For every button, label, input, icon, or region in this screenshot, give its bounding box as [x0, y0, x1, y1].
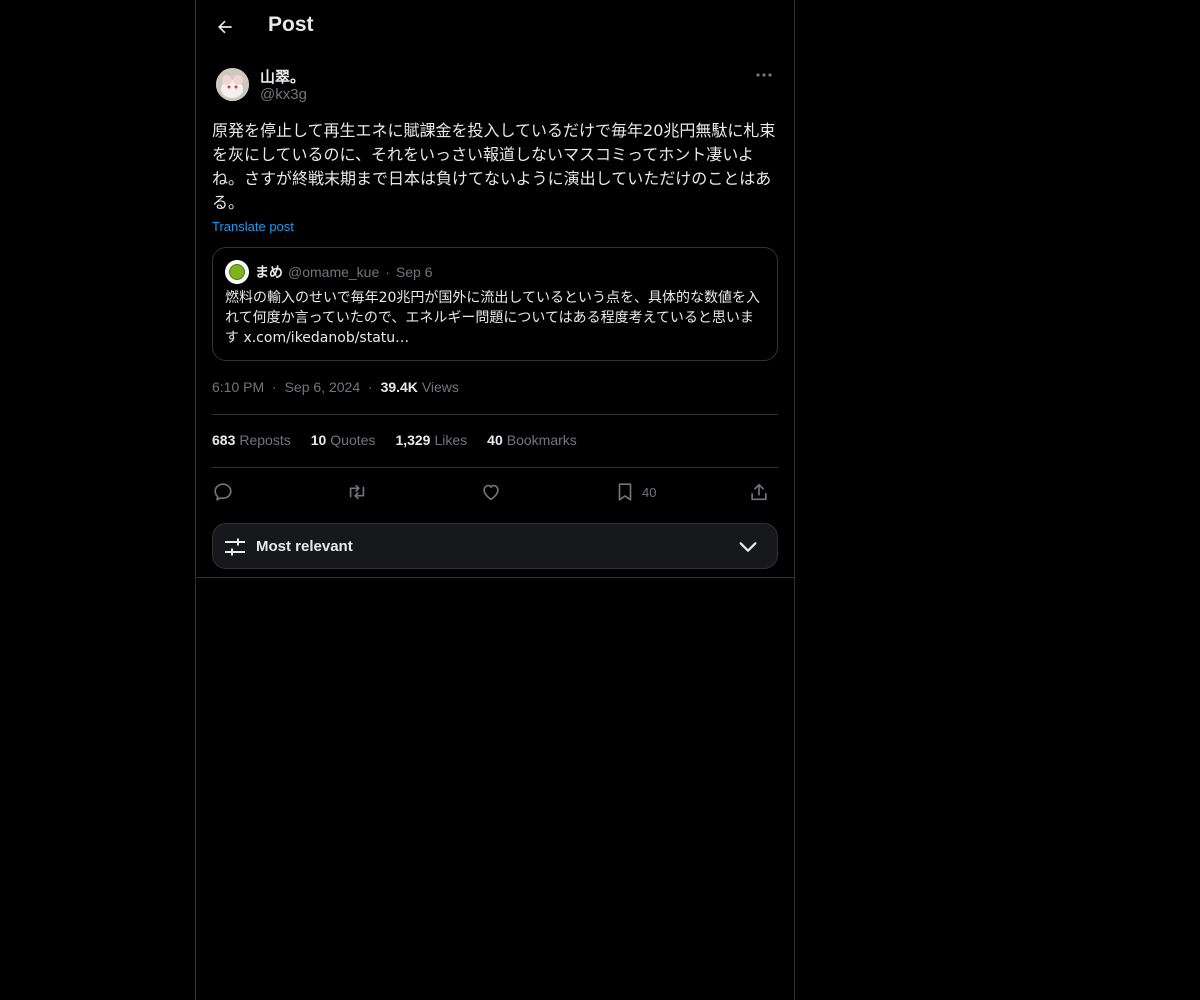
bookmarks-stat[interactable]: 40 Bookmarks	[487, 432, 577, 448]
post-actions: 40	[212, 478, 778, 506]
divider	[212, 414, 778, 415]
divider	[212, 467, 778, 468]
quoted-post-header: まめ @omame_kue · Sep 6	[225, 260, 433, 284]
divider	[196, 577, 794, 578]
quote-date: Sep 6	[395, 264, 433, 280]
back-button[interactable]	[208, 10, 242, 44]
quotes-stat[interactable]: 10 Quotes	[311, 432, 376, 448]
avatar[interactable]	[216, 68, 249, 101]
page-title: Post	[268, 13, 314, 36]
quote-avatar	[225, 260, 249, 284]
quote-text: 燃料の輸入のせいで毎年20兆円が国外に流出しているという点を、具体的な数値を入れ…	[225, 290, 760, 346]
engagement-stats: 683 Reposts 10 Quotes 1,329 Likes 40 Bookmar…	[212, 432, 577, 448]
post-text: 原発を停止して再生エネに賦課金を投入しているだけで毎年20兆円無駄に札束を灰にし…	[212, 121, 776, 212]
sort-label: Most relevant	[256, 538, 353, 555]
likes-stat[interactable]: 1,329 Likes	[395, 432, 467, 448]
views-label: Views	[421, 379, 459, 395]
views-count: 39.4K	[380, 379, 418, 395]
repost-button[interactable]	[346, 478, 368, 506]
sliders-icon	[225, 538, 245, 556]
quote-author-name: まめ	[255, 264, 283, 280]
reply-sort-dropdown[interactable]: Most relevant	[212, 523, 778, 569]
author-handle[interactable]: @kx3g	[260, 86, 307, 103]
quote-author-handle: @omame_kue	[288, 264, 380, 280]
quoted-post[interactable]: まめ @omame_kue · Sep 6 燃料の輸入のせいで毎年20兆円が国外…	[212, 247, 778, 361]
meta-separator: ·	[368, 379, 373, 395]
quote-separator: ·	[385, 264, 390, 280]
page-header: Post	[196, 0, 794, 54]
meta-separator: ·	[272, 379, 277, 395]
heart-icon	[483, 484, 499, 501]
share-icon	[751, 483, 767, 501]
post-meta: 6:10 PM · Sep 6, 2024 · 39.4K Views	[212, 379, 459, 395]
arrow-left-icon	[218, 20, 232, 34]
repost-icon	[349, 484, 365, 500]
reposts-stat[interactable]: 683 Reposts	[212, 432, 291, 448]
author-display-name[interactable]: 山翠。	[260, 66, 305, 87]
post-detail-column: Post 山翠。 @kx3g 原発を停止して再生エネに賦課金を投入しているだけで…	[195, 0, 795, 1000]
translate-post-link[interactable]: Translate post	[212, 219, 294, 234]
share-button[interactable]	[748, 478, 770, 506]
post-date[interactable]: Sep 6, 2024	[285, 379, 361, 395]
chevron-down-icon	[739, 542, 757, 552]
bookmark-icon	[618, 483, 632, 501]
bookmark-count: 40	[642, 484, 657, 500]
bookmark-button[interactable]: 40	[614, 478, 656, 506]
ellipsis-icon	[756, 73, 772, 77]
avatar-image	[216, 68, 249, 101]
reply-button[interactable]	[212, 478, 234, 506]
like-button[interactable]	[480, 478, 502, 506]
post-time[interactable]: 6:10 PM	[212, 379, 264, 395]
reply-icon	[214, 483, 232, 501]
more-options-button[interactable]	[752, 66, 776, 84]
post-author: 山翠。 @kx3g	[212, 66, 778, 106]
